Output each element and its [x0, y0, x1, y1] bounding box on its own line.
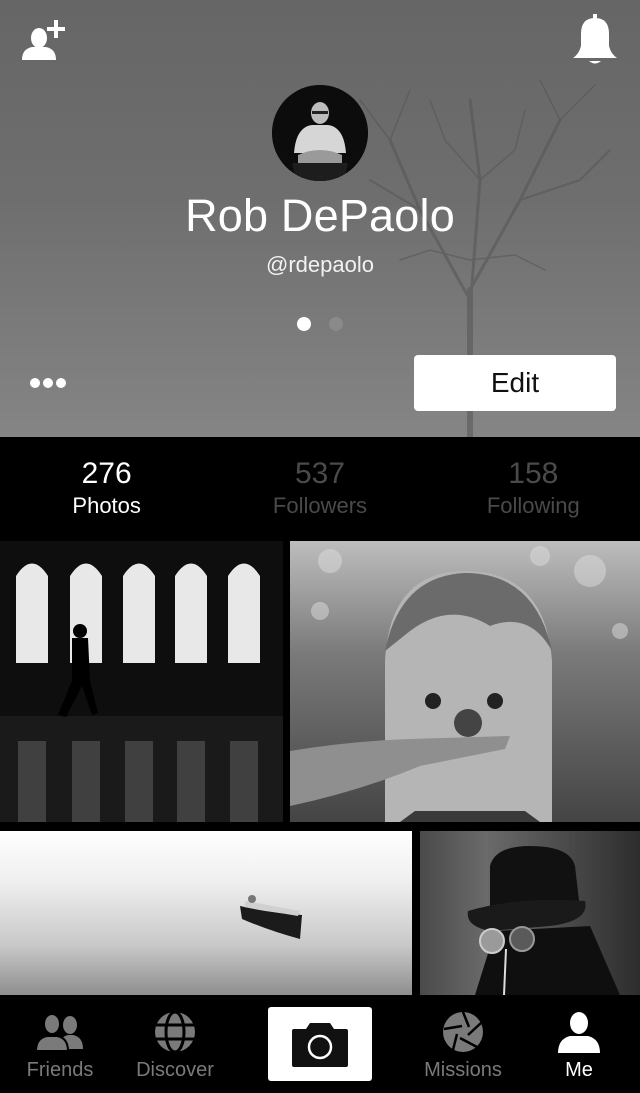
- profile-stats: 276 Photos 537 Followers 158 Following: [0, 437, 640, 541]
- tab-me-label: Me: [565, 1059, 593, 1081]
- tab-friends[interactable]: Friends: [10, 995, 110, 1093]
- stat-followers[interactable]: 537 Followers: [213, 437, 426, 541]
- profile-cover: Rob DePaolo @rdepaolo Edit: [0, 0, 640, 437]
- add-friend-icon: [22, 20, 65, 60]
- stat-photos-value: 276: [81, 457, 132, 490]
- stat-photos-label: Photos: [72, 493, 141, 518]
- stat-followers-value: 537: [294, 457, 346, 490]
- more-dot: [43, 378, 53, 388]
- photo-boy-seedpod: [290, 546, 628, 822]
- avatar-portrait: [272, 85, 368, 181]
- stat-followers-label: Followers: [272, 493, 368, 518]
- more-dot: [30, 378, 40, 388]
- photo-thumbnail[interactable]: [290, 541, 640, 822]
- add-friend-button[interactable]: [18, 16, 72, 64]
- photo-thumbnail[interactable]: [0, 831, 412, 995]
- profile-handle: @rdepaolo: [266, 252, 374, 277]
- photo-thumbnail[interactable]: [420, 831, 640, 995]
- tab-discover[interactable]: Discover: [125, 995, 225, 1093]
- pager-dot-2[interactable]: [329, 317, 343, 331]
- pager-dot-1[interactable]: [297, 317, 311, 331]
- tab-missions-label: Missions: [424, 1059, 502, 1081]
- aperture-icon: [443, 1011, 483, 1052]
- camera-button[interactable]: [268, 1007, 372, 1081]
- tab-me[interactable]: Me: [529, 995, 629, 1093]
- cover-pager[interactable]: [0, 317, 640, 331]
- photo-rowboat-fog: [240, 895, 302, 939]
- user-icon: [558, 1012, 600, 1053]
- photo-windows-silhouette: [0, 541, 283, 822]
- profile-avatar[interactable]: [272, 85, 368, 181]
- tab-discover-label: Discover: [136, 1059, 214, 1081]
- more-options-button[interactable]: [30, 374, 70, 392]
- camera-icon: [292, 1023, 348, 1067]
- photo-bowler-hat-figure: [467, 846, 620, 995]
- photo-thumbnail[interactable]: [0, 541, 283, 822]
- profile-name: Rob DePaolo: [185, 190, 455, 241]
- tab-friends-label: Friends: [26, 1059, 94, 1081]
- more-dot: [56, 378, 66, 388]
- edit-profile-button[interactable]: Edit: [414, 355, 616, 411]
- tab-missions[interactable]: Missions: [413, 995, 513, 1093]
- bell-icon: [573, 14, 617, 64]
- stat-photos[interactable]: 276 Photos: [0, 437, 213, 541]
- stat-following-value: 158: [508, 457, 559, 490]
- globe-icon: [155, 1011, 195, 1053]
- friends-icon: [35, 1013, 83, 1052]
- stat-following[interactable]: 158 Following: [427, 437, 640, 541]
- notifications-button[interactable]: [570, 14, 620, 66]
- stat-following-label: Following: [486, 493, 580, 518]
- bottom-tab-bar: Friends Discover Missions Me: [0, 995, 640, 1093]
